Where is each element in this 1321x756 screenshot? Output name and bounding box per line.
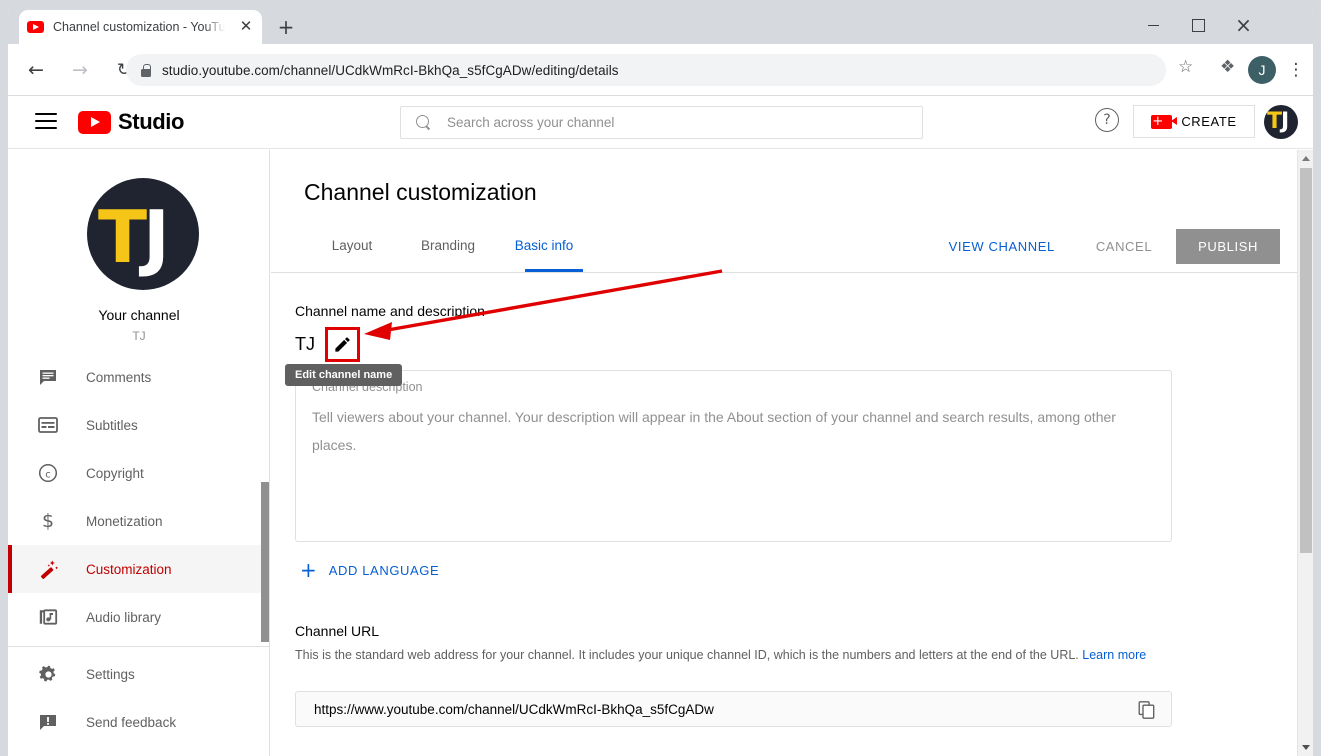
- youtube-studio-logo[interactable]: Studio: [78, 109, 184, 135]
- comment-icon: [37, 366, 59, 388]
- video-camera-plus-icon: [1151, 115, 1172, 129]
- browser-window: Channel customization - YouTube Studio ✕…: [8, 4, 1313, 756]
- channel-url-title: Channel URL: [295, 623, 379, 639]
- sidebar-item-label: Audio library: [86, 610, 161, 625]
- browser-tab[interactable]: Channel customization - YouTube Studio ✕: [19, 10, 262, 44]
- tab-layout[interactable]: Layout: [304, 230, 400, 272]
- sidebar-divider: [8, 646, 270, 647]
- search-placeholder: Search across your channel: [447, 115, 614, 130]
- close-icon[interactable]: ✕: [238, 19, 254, 35]
- scroll-up-arrow-icon[interactable]: [1302, 156, 1310, 161]
- channel-description-placeholder: Tell viewers about your channel. Your de…: [312, 403, 1152, 459]
- address-bar[interactable]: studio.youtube.com/channel/UCdkWmRcI-Bkh…: [126, 54, 1166, 86]
- sidebar-item-label: Monetization: [86, 514, 163, 529]
- edit-channel-name-tooltip: Edit channel name: [285, 364, 402, 386]
- sidebar-scrollbar[interactable]: [261, 482, 269, 642]
- channel-name-section-label: Channel name and description: [295, 303, 485, 319]
- channel-name-row: TJ: [295, 327, 360, 362]
- browser-profile-avatar[interactable]: J: [1248, 56, 1276, 84]
- sidebar: T J Your channel TJ Comments Subtitles c…: [8, 150, 270, 756]
- youtube-favicon: [27, 21, 44, 33]
- search-input[interactable]: Search across your channel: [400, 106, 923, 139]
- sidebar-item-copyright[interactable]: c Copyright: [8, 449, 270, 497]
- sidebar-channel-handle: TJ: [8, 329, 270, 343]
- bookmark-star-icon[interactable]: ☆: [1178, 57, 1193, 77]
- studio-logo-text: Studio: [118, 109, 184, 135]
- edit-channel-name-button[interactable]: [325, 327, 360, 362]
- back-icon[interactable]: ←: [22, 56, 50, 84]
- window-close-button[interactable]: [1221, 10, 1266, 40]
- channel-name-value: TJ: [295, 334, 315, 355]
- browser-toolbar: ← → ↻ studio.youtube.com/channel/UCdkWmR…: [8, 44, 1313, 96]
- youtube-play-icon: [78, 111, 111, 134]
- page-scrollbar-thumb[interactable]: [1300, 168, 1312, 553]
- sidebar-item-label: Copyright: [86, 466, 144, 481]
- sidebar-item-audio-library[interactable]: Audio library: [8, 593, 270, 641]
- create-button[interactable]: CREATE: [1133, 105, 1255, 138]
- avatar-letter-t: T: [1267, 108, 1282, 136]
- magic-wand-icon: [37, 558, 59, 580]
- window-minimize-button[interactable]: [1131, 10, 1176, 40]
- create-button-label: CREATE: [1181, 114, 1236, 129]
- copy-icon[interactable]: [1138, 701, 1155, 719]
- sidebar-item-label: Customization: [86, 562, 172, 577]
- avatar-letter-j: J: [1281, 108, 1289, 136]
- add-language-button[interactable]: + ADD LANGUAGE: [300, 561, 439, 579]
- channel-url-value: https://www.youtube.com/channel/UCdkWmRc…: [296, 702, 714, 717]
- learn-more-link[interactable]: Learn more: [1082, 648, 1146, 662]
- sidebar-channel-title: Your channel: [8, 307, 270, 323]
- page-title: Channel customization: [304, 179, 537, 206]
- cancel-button[interactable]: CANCEL: [1088, 230, 1160, 263]
- hamburger-menu-icon[interactable]: [35, 113, 57, 131]
- copyright-icon: c: [37, 462, 59, 484]
- publish-button[interactable]: PUBLISH: [1176, 229, 1280, 264]
- gear-icon: [37, 663, 59, 685]
- sidebar-item-customization[interactable]: Customization: [8, 545, 270, 593]
- music-note-icon: [37, 606, 59, 628]
- channel-url-description-text: This is the standard web address for you…: [295, 648, 1079, 662]
- feedback-icon: [37, 711, 59, 733]
- sidebar-item-send-feedback[interactable]: Send feedback: [8, 698, 270, 746]
- sidebar-item-monetization[interactable]: $ Monetization: [8, 497, 270, 545]
- window-maximize-button[interactable]: [1176, 10, 1221, 40]
- page-scrollbar[interactable]: [1297, 150, 1313, 756]
- scroll-down-arrow-icon[interactable]: [1302, 745, 1310, 750]
- pencil-icon: [333, 335, 352, 354]
- sidebar-item-label: Send feedback: [86, 715, 176, 730]
- search-icon: [416, 115, 431, 130]
- new-tab-button[interactable]: +: [274, 16, 298, 40]
- sidebar-item-settings[interactable]: Settings: [8, 650, 270, 698]
- view-channel-button[interactable]: VIEW CHANNEL: [941, 230, 1063, 263]
- tab-branding[interactable]: Branding: [400, 230, 496, 272]
- forward-icon[interactable]: →: [66, 56, 94, 84]
- channel-url-field[interactable]: https://www.youtube.com/channel/UCdkWmRc…: [295, 691, 1172, 727]
- main-content: Channel customization Layout Branding Ba…: [271, 150, 1297, 756]
- tab-basic-info[interactable]: Basic info: [496, 230, 592, 272]
- tab-bar-divider: [271, 272, 1297, 273]
- action-bar: VIEW CHANNEL CANCEL PUBLISH: [941, 229, 1280, 264]
- channel-url-description: This is the standard web address for you…: [295, 645, 1175, 665]
- lock-icon: [141, 64, 151, 77]
- browser-tab-strip: Channel customization - YouTube Studio ✕…: [8, 4, 1313, 44]
- svg-text:c: c: [45, 469, 51, 480]
- address-bar-url: studio.youtube.com/channel/UCdkWmRcI-Bkh…: [162, 63, 619, 78]
- sidebar-item-label: Comments: [86, 370, 151, 385]
- avatar-letter-t: T: [98, 192, 147, 282]
- dollar-icon: $: [37, 510, 59, 532]
- extensions-puzzle-icon[interactable]: ❖: [1220, 57, 1235, 77]
- channel-avatar[interactable]: T J: [87, 178, 199, 290]
- channel-description-field[interactable]: Channel description Tell viewers about y…: [295, 370, 1172, 542]
- avatar-letter-j: J: [143, 192, 170, 282]
- sidebar-item-label: Subtitles: [86, 418, 138, 433]
- sidebar-item-label: Settings: [86, 667, 135, 682]
- help-icon[interactable]: ?: [1095, 108, 1119, 132]
- subtitles-icon: [37, 414, 59, 436]
- browser-tab-title: Channel customization - YouTube Studio: [53, 20, 225, 34]
- browser-menu-icon[interactable]: ⋮: [1286, 56, 1306, 84]
- add-language-label: ADD LANGUAGE: [329, 563, 440, 578]
- sidebar-item-comments[interactable]: Comments: [8, 353, 270, 401]
- avatar[interactable]: T J: [1264, 105, 1298, 139]
- sidebar-item-subtitles[interactable]: Subtitles: [8, 401, 270, 449]
- plus-icon: +: [300, 561, 317, 579]
